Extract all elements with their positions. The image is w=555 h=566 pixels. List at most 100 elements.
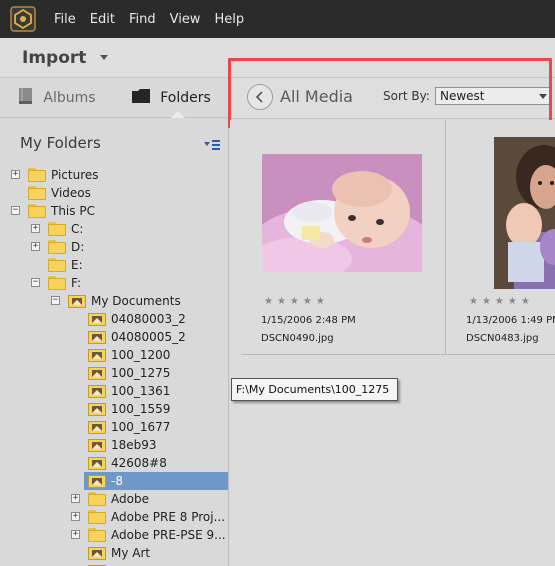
tree-row-label: 100_1559: [111, 402, 171, 416]
tree-row-label: -8: [111, 474, 123, 488]
media-date: 1/15/2006 2:48 PM: [261, 315, 356, 326]
tree-row[interactable]: + Adobe PRE-PSE 9...: [0, 526, 228, 544]
tree-row-label: Pictures: [51, 168, 99, 182]
tree-row-label: Videos: [51, 186, 91, 200]
photo-folder-icon: [88, 474, 106, 488]
sort-by-select[interactable]: Newest: [435, 87, 552, 105]
tree-row-label: E:: [71, 258, 83, 272]
tree-row[interactable]: 42608#8: [0, 454, 228, 472]
photo-folder-icon: [88, 546, 106, 560]
media-card[interactable]: ★★★★★ 1/13/2006 1:49 PM DSCN0483.jpg: [446, 120, 555, 355]
tree-row[interactable]: + Pictures: [0, 166, 228, 184]
expand-icon[interactable]: +: [31, 242, 40, 251]
tab-albums[interactable]: Albums: [0, 78, 114, 117]
photo-folder-icon: [88, 384, 106, 398]
tree-row[interactable]: My Art: [0, 544, 228, 562]
expand-icon[interactable]: +: [31, 224, 40, 233]
menu-view[interactable]: View: [170, 10, 201, 29]
import-dropdown-label[interactable]: Import: [22, 48, 86, 68]
media-date: 1/13/2006 1:49 PM: [466, 315, 555, 326]
chevron-down-icon[interactable]: [100, 55, 109, 60]
chevron-left-icon: [255, 91, 263, 103]
media-card[interactable]: ★★★★★ 1/15/2006 2:48 PM DSCN0490.jpg: [241, 120, 446, 355]
back-button[interactable]: [247, 84, 273, 110]
tree-row[interactable]: 100_1200: [0, 346, 228, 364]
folder-icon: [48, 222, 66, 236]
folder-icon: [48, 258, 66, 272]
tree-row[interactable]: 18eb93: [0, 436, 228, 454]
menu-file[interactable]: File: [54, 10, 76, 29]
tree-row[interactable]: + C:: [0, 220, 228, 238]
collapse-icon[interactable]: −: [11, 206, 20, 215]
tab-albums-label: Albums: [43, 89, 96, 106]
tree-row-label: 100_1361: [111, 384, 171, 398]
rating-stars[interactable]: ★★★★★: [469, 296, 534, 307]
tree-row-label: 04080003_2: [111, 312, 186, 326]
collapse-icon[interactable]: −: [31, 278, 40, 287]
tree-row[interactable]: E:: [0, 256, 228, 274]
tree-row[interactable]: Videos: [0, 184, 228, 202]
tree-row-label: 04080005_2: [111, 330, 186, 344]
photo-folder-icon: [88, 330, 106, 344]
tree-row[interactable]: 04080003_2: [0, 310, 228, 328]
media-header: All Media Sort By: Newest: [230, 78, 555, 119]
chevron-down-icon: [539, 94, 547, 99]
tree-row-label: This PC: [51, 204, 95, 218]
tree-row-label: 18eb93: [111, 438, 157, 452]
folder-icon: [88, 528, 106, 542]
expand-icon[interactable]: +: [11, 170, 20, 179]
photo-folder-icon: [68, 294, 86, 308]
media-filename: DSCN0483.jpg: [466, 333, 539, 344]
active-tab-pointer: [171, 111, 185, 118]
album-book-icon: [18, 87, 34, 109]
folder-icon: [88, 510, 106, 524]
folder-icon: [131, 88, 151, 108]
folder-icon: [48, 240, 66, 254]
collapse-icon[interactable]: −: [51, 296, 60, 305]
tree-row[interactable]: + Adobe: [0, 490, 228, 508]
tree-row-label: F:: [71, 276, 82, 290]
photo-folder-icon: [88, 420, 106, 434]
tree-row-label: 100_1200: [111, 348, 171, 362]
tree-row[interactable]: 100_1559: [0, 400, 228, 418]
photo-folder-icon: [88, 348, 106, 362]
menu-help[interactable]: Help: [214, 10, 244, 29]
tree-row[interactable]: − My Documents: [0, 292, 228, 310]
tree-row[interactable]: 100_1275: [0, 364, 228, 382]
tree-row-label: My Art: [111, 546, 151, 560]
folder-icon: [88, 492, 106, 506]
tree-row[interactable]: -8: [84, 472, 228, 490]
photo-folder-icon: [88, 402, 106, 416]
all-media-label[interactable]: All Media: [280, 87, 353, 106]
list-options-icon[interactable]: [204, 136, 220, 150]
photo-thumbnail[interactable]: [262, 154, 422, 272]
expand-icon[interactable]: +: [71, 512, 80, 521]
tree-row[interactable]: 100_1677: [0, 418, 228, 436]
menu-bar: File Edit Find View Help: [0, 0, 555, 38]
import-bar: Import: [0, 38, 555, 78]
tree-row[interactable]: 04080005_2: [0, 328, 228, 346]
folder-tree: + Pictures Videos − This PC + C: + D: E: − F: − My Do…: [0, 166, 228, 566]
menu-find[interactable]: Find: [129, 10, 156, 29]
tree-row[interactable]: 100_1361: [0, 382, 228, 400]
left-panel: Albums Folders My Folders + Pictures Video…: [0, 78, 234, 566]
media-filename: DSCN0490.jpg: [261, 333, 334, 344]
photo-folder-icon: [88, 438, 106, 452]
photo-folder-icon: [88, 312, 106, 326]
tree-row[interactable]: − F:: [0, 274, 228, 292]
sort-by-value: Newest: [440, 89, 485, 103]
expand-icon[interactable]: +: [71, 530, 80, 539]
photo-thumbnail[interactable]: [494, 137, 555, 289]
folder-icon: [28, 186, 46, 200]
panel-title: My Folders: [20, 134, 101, 152]
expand-icon[interactable]: +: [71, 494, 80, 503]
tree-row[interactable]: +My Documents: [0, 562, 228, 566]
folder-icon: [28, 168, 46, 182]
tree-row[interactable]: − This PC: [0, 202, 228, 220]
tree-row[interactable]: + D:: [0, 238, 228, 256]
menu-edit[interactable]: Edit: [90, 10, 115, 29]
tree-row-label: 100_1677: [111, 420, 171, 434]
rating-stars[interactable]: ★★★★★: [264, 296, 329, 307]
sort-by-label: Sort By:: [383, 89, 430, 103]
tree-row[interactable]: + Adobe PRE 8 Proj...: [0, 508, 228, 526]
